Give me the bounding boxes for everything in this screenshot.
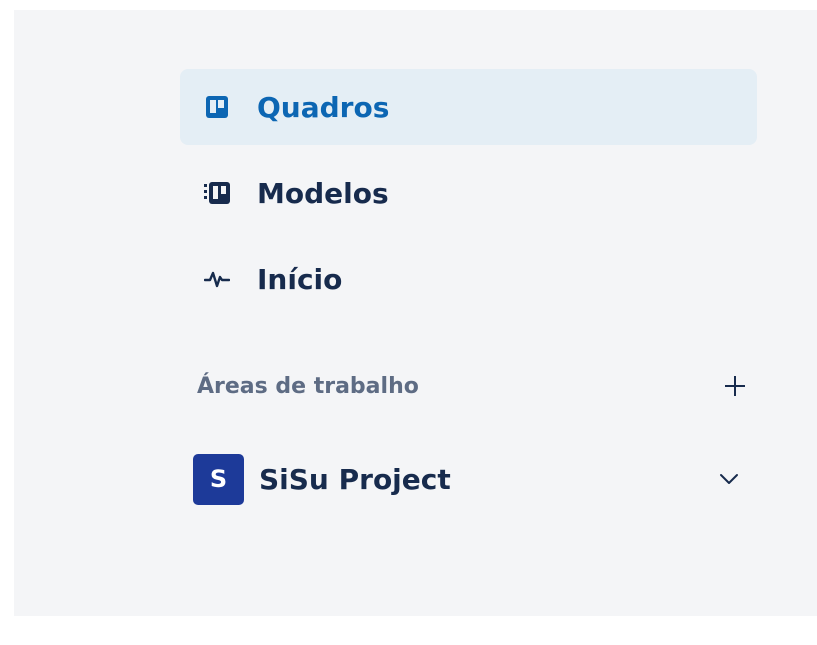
- board-icon: [195, 85, 239, 129]
- chevron-down-icon: [720, 474, 738, 484]
- workspace-name: SiSu Project: [259, 462, 451, 496]
- page-margin-top: [0, 0, 817, 10]
- activity-icon: [195, 257, 239, 301]
- nav-item-label: Quadros: [257, 90, 390, 124]
- nav-item-modelos[interactable]: Modelos: [180, 155, 757, 231]
- add-workspace-button[interactable]: [713, 364, 757, 408]
- workspace-avatar: S: [193, 453, 244, 505]
- plus-icon: [725, 376, 745, 396]
- workspace-item[interactable]: S SiSu Project: [193, 451, 757, 507]
- workspaces-header: Áreas de trabalho: [197, 362, 757, 410]
- nav-item-quadros[interactable]: Quadros: [180, 69, 757, 145]
- nav-item-inicio[interactable]: Início: [180, 241, 757, 317]
- workspaces-title: Áreas de trabalho: [197, 373, 419, 399]
- nav-item-label: Modelos: [257, 176, 389, 210]
- page-margin-bottom: [0, 616, 817, 645]
- templates-icon: [195, 171, 239, 215]
- page-margin-left: [0, 0, 14, 645]
- sidebar-nav: Quadros Modelos Início: [180, 69, 757, 327]
- nav-item-label: Início: [257, 262, 343, 296]
- workspace-expand-button[interactable]: [707, 457, 751, 501]
